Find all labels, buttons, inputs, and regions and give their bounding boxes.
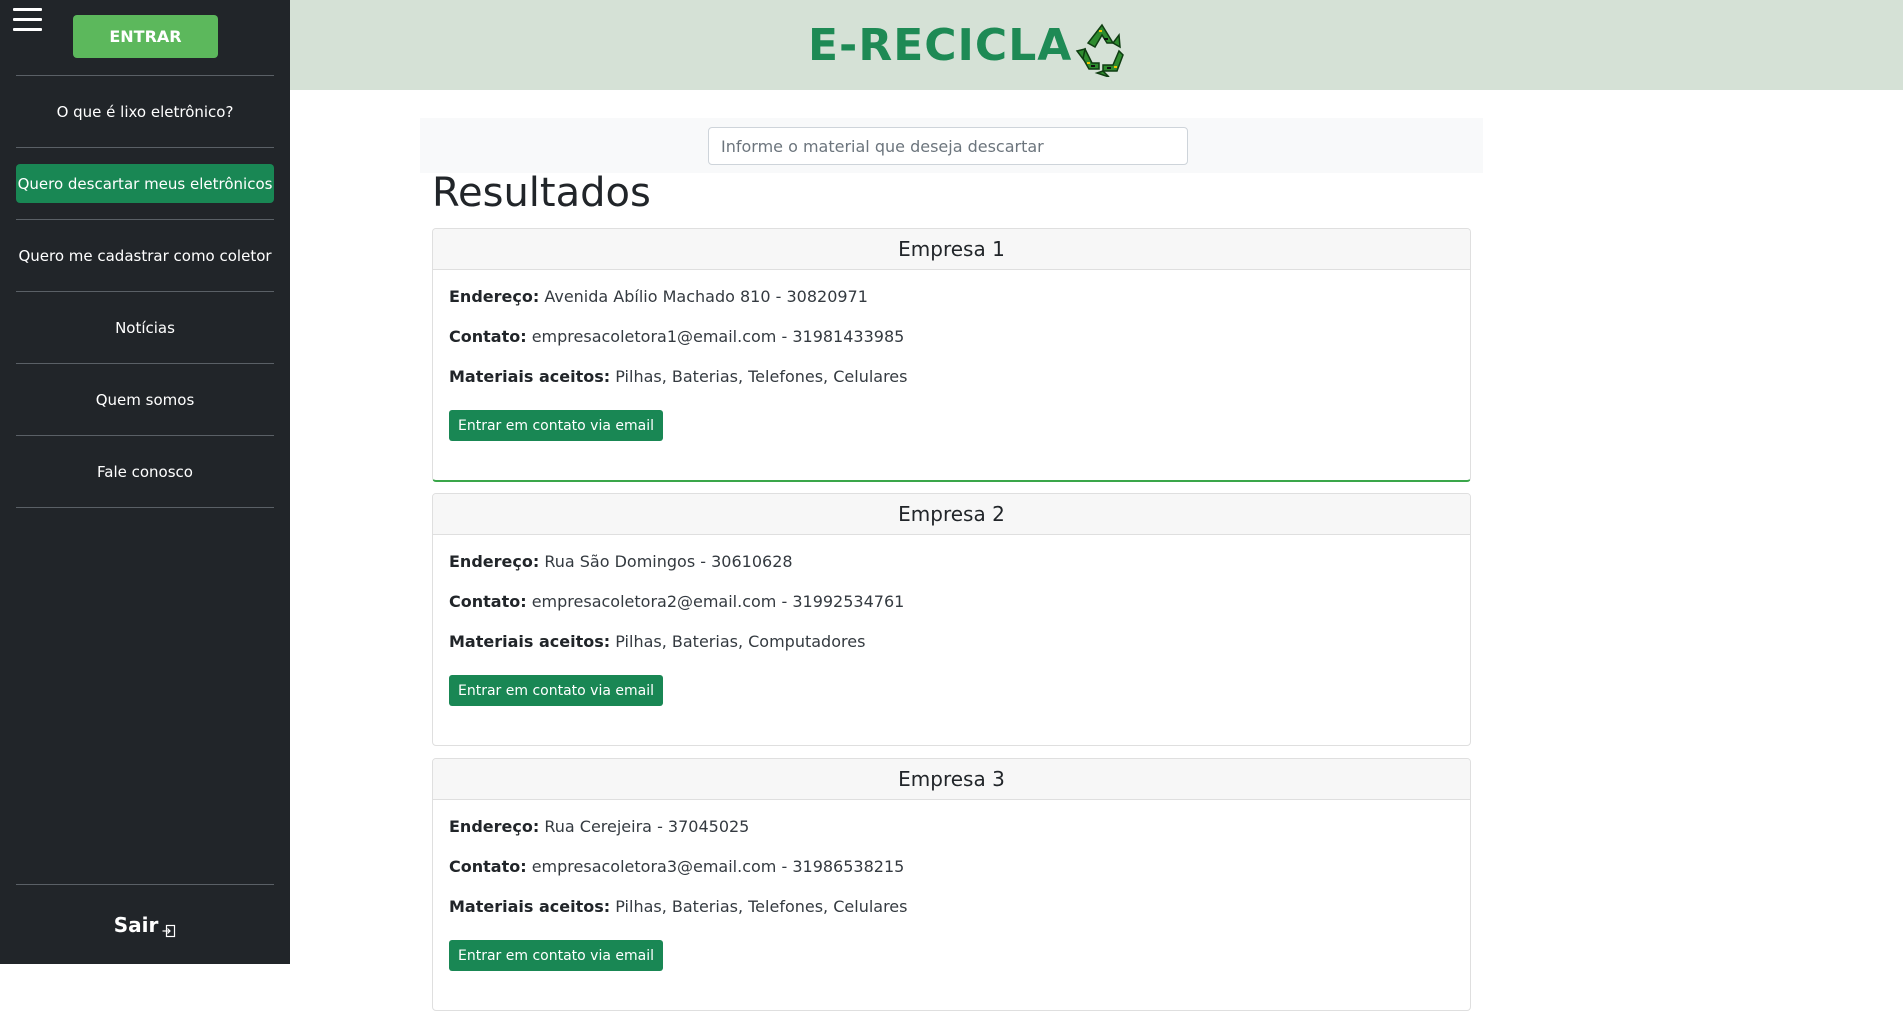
address-label: Endereço: <box>449 552 540 571</box>
top-header: E-RECICLA <box>290 0 1903 90</box>
materials-value: Pilhas, Baterias, Computadores <box>615 632 866 651</box>
company-address: Endereço: Rua São Domingos - 30610628 <box>449 551 1454 591</box>
sidebar-item-label[interactable]: Notícias <box>115 319 175 337</box>
company-contact: Contato: empresacoletora1@email.com - 31… <box>449 326 1454 366</box>
materials-value: Pilhas, Baterias, Telefones, Celulares <box>615 897 908 916</box>
contact-value: empresacoletora2@email.com - 31992534761 <box>531 592 905 611</box>
company-materials: Materiais aceitos: Pilhas, Baterias, Tel… <box>449 896 1454 936</box>
sidebar-nav: O que é lixo eletrônico? Quero descartar… <box>16 75 274 508</box>
company-card: Empresa 2 Endereço: Rua São Domingos - 3… <box>432 493 1471 746</box>
sidebar-item-about-us[interactable]: Quem somos <box>16 364 274 436</box>
materials-label: Materiais aceitos: <box>449 632 611 651</box>
sidebar-item-contact-us[interactable]: Fale conosco <box>16 436 274 508</box>
company-contact: Contato: empresacoletora3@email.com - 31… <box>449 856 1454 896</box>
company-name: Empresa 3 <box>433 759 1470 800</box>
contact-label: Contato: <box>449 327 527 346</box>
company-name: Empresa 1 <box>433 229 1470 270</box>
results-title: Resultados <box>432 170 651 216</box>
brand-title: E-RECICLA <box>808 20 1073 71</box>
company-card: Empresa 3 Endereço: Rua Cerejeira - 3704… <box>432 758 1471 1011</box>
materials-label: Materiais aceitos: <box>449 897 611 916</box>
hamburger-menu-icon[interactable] <box>13 6 42 32</box>
company-name: Empresa 2 <box>433 494 1470 535</box>
sidebar-footer: Sair <box>16 884 274 964</box>
company-details: Endereço: Rua São Domingos - 30610628 Co… <box>433 535 1470 745</box>
enter-button[interactable]: ENTRAR <box>73 15 218 58</box>
logout-link[interactable]: Sair <box>114 913 177 938</box>
materials-value: Pilhas, Baterias, Telefones, Celulares <box>615 367 908 386</box>
logout-label[interactable]: Sair <box>114 913 159 937</box>
sidebar-item-register-collector[interactable]: Quero me cadastrar como coletor <box>16 220 274 292</box>
contact-label: Contato: <box>449 857 527 876</box>
sidebar: ENTRAR O que é lixo eletrônico? Quero de… <box>0 0 290 964</box>
recycle-logo-icon <box>1073 21 1131 78</box>
company-details: Endereço: Avenida Abílio Machado 810 - 3… <box>433 270 1470 480</box>
address-label: Endereço: <box>449 287 540 306</box>
company-details: Endereço: Rua Cerejeira - 37045025 Conta… <box>433 800 1470 1010</box>
company-address: Endereço: Rua Cerejeira - 37045025 <box>449 816 1454 856</box>
sidebar-item-label[interactable]: Quero descartar meus eletrônicos <box>16 164 274 203</box>
contact-via-email-button[interactable]: Entrar em contato via email <box>449 410 663 441</box>
company-contact: Contato: empresacoletora2@email.com - 31… <box>449 591 1454 631</box>
sidebar-item-label[interactable]: Quem somos <box>96 391 195 409</box>
sidebar-item-label[interactable]: Quero me cadastrar como coletor <box>18 247 271 265</box>
logout-icon[interactable] <box>162 919 176 938</box>
sidebar-item-discard-electronics[interactable]: Quero descartar meus eletrônicos <box>16 148 274 220</box>
contact-value: empresacoletora3@email.com - 31986538215 <box>531 857 905 876</box>
company-address: Endereço: Avenida Abílio Machado 810 - 3… <box>449 286 1454 326</box>
sidebar-item-what-is-e-waste[interactable]: O que é lixo eletrônico? <box>16 76 274 148</box>
sidebar-item-label[interactable]: O que é lixo eletrônico? <box>57 103 234 121</box>
company-materials: Materiais aceitos: Pilhas, Baterias, Tel… <box>449 366 1454 406</box>
materials-label: Materiais aceitos: <box>449 367 611 386</box>
contact-value: empresacoletora1@email.com - 31981433985 <box>531 327 905 346</box>
search-bar <box>420 118 1483 173</box>
company-materials: Materiais aceitos: Pilhas, Baterias, Com… <box>449 631 1454 671</box>
sidebar-item-news[interactable]: Notícias <box>16 292 274 364</box>
address-value: Rua São Domingos - 30610628 <box>544 552 793 571</box>
search-input[interactable] <box>708 127 1188 165</box>
address-label: Endereço: <box>449 817 540 836</box>
contact-label: Contato: <box>449 592 527 611</box>
contact-via-email-button[interactable]: Entrar em contato via email <box>449 940 663 971</box>
contact-via-email-button[interactable]: Entrar em contato via email <box>449 675 663 706</box>
address-value: Avenida Abílio Machado 810 - 30820971 <box>544 287 868 306</box>
sidebar-item-label[interactable]: Fale conosco <box>97 463 193 481</box>
address-value: Rua Cerejeira - 37045025 <box>544 817 750 836</box>
company-card: Empresa 1 Endereço: Avenida Abílio Macha… <box>432 228 1471 482</box>
